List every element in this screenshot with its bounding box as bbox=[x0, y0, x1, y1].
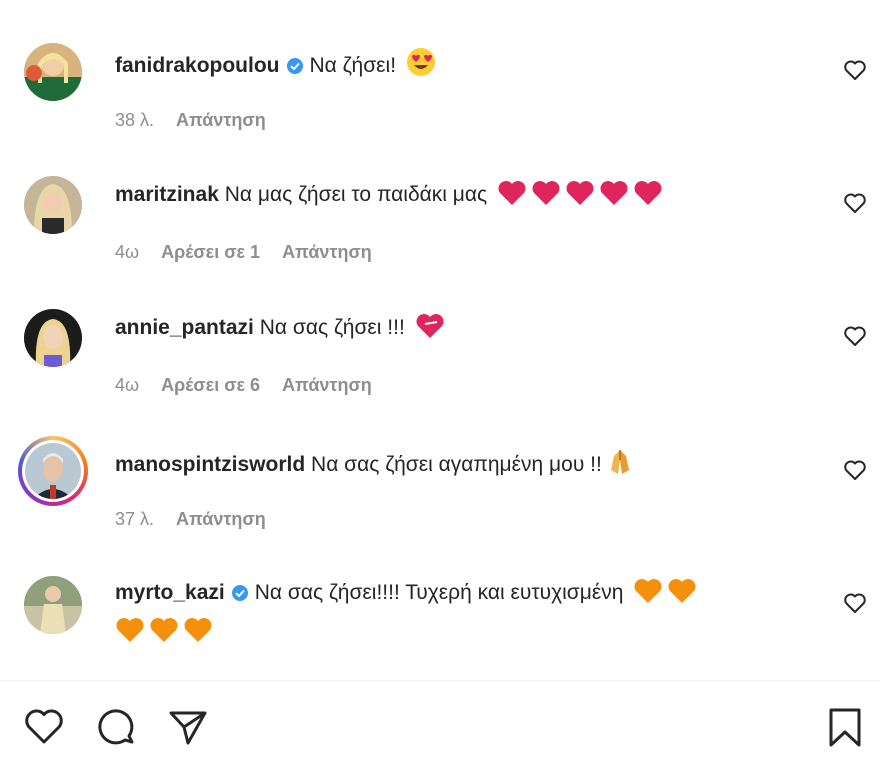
comment-text: manospintzisworld Να σας ζήσει αγαπημένη… bbox=[115, 446, 805, 487]
orange-heart-emoji bbox=[633, 578, 663, 615]
red-heart-emoji bbox=[599, 180, 629, 217]
like-heart-icon[interactable] bbox=[22, 705, 66, 749]
comment-time[interactable]: 4ω bbox=[115, 242, 139, 262]
heart-eyes-emoji bbox=[406, 47, 436, 88]
comment-like-heart-icon[interactable] bbox=[843, 592, 869, 616]
comment-body: Να σας ζήσει!!!! Τυχερή και ευτυχισμένη bbox=[254, 581, 624, 604]
comment-icon[interactable] bbox=[95, 705, 139, 749]
red-heart-emoji bbox=[531, 180, 561, 217]
bookmark-icon[interactable] bbox=[823, 705, 867, 749]
comment-text: maritzinak Να μας ζήσει το παιδάκι μας bbox=[115, 178, 805, 217]
avatar[interactable] bbox=[24, 43, 82, 101]
share-icon[interactable] bbox=[166, 705, 210, 749]
comment-text: fanidrakopoulou Να ζήσει! bbox=[115, 47, 805, 88]
comment-time[interactable]: 38 λ. bbox=[115, 110, 154, 130]
comment-meta: 37 λ. Απάντηση bbox=[115, 509, 288, 530]
comment-like-heart-icon[interactable] bbox=[843, 325, 869, 349]
heart-emoji bbox=[415, 313, 445, 350]
reply-button[interactable]: Απάντηση bbox=[282, 242, 372, 262]
likes-count[interactable]: Αρέσει σε 6 bbox=[161, 375, 260, 395]
comment-username[interactable]: maritzinak bbox=[115, 183, 219, 206]
avatar[interactable] bbox=[24, 309, 82, 367]
comment-time[interactable]: 4ω bbox=[115, 375, 139, 395]
comment-username[interactable]: annie_pantazi bbox=[115, 316, 254, 339]
comment-username[interactable]: myrto_kazi bbox=[115, 581, 225, 604]
red-heart-emoji bbox=[565, 180, 595, 217]
verified-badge-icon bbox=[231, 579, 249, 613]
comment-body: Να ζήσει! bbox=[309, 54, 397, 77]
comment-meta: 4ω Αρέσει σε 1 Απάντηση bbox=[115, 242, 394, 263]
comment-like-heart-icon[interactable] bbox=[843, 192, 869, 216]
reply-button[interactable]: Απάντηση bbox=[176, 509, 266, 529]
comment-like-heart-icon[interactable] bbox=[843, 459, 869, 483]
comment-text: myrto_kazi Να σας ζήσει!!!! Τυχερή και ευ… bbox=[115, 576, 805, 654]
orange-heart-emoji bbox=[183, 617, 213, 654]
avatar bbox=[25, 443, 81, 499]
avatar-with-story-ring[interactable] bbox=[18, 436, 88, 506]
orange-heart-emoji bbox=[115, 617, 145, 654]
reply-button[interactable]: Απάντηση bbox=[176, 110, 266, 130]
orange-heart-emoji bbox=[667, 578, 697, 615]
comment-like-heart-icon[interactable] bbox=[843, 59, 869, 83]
story-ring bbox=[22, 440, 84, 502]
comment-meta: 38 λ. Απάντηση bbox=[115, 110, 288, 131]
comment-username[interactable]: manospintzisworld bbox=[115, 453, 305, 476]
orange-heart-emoji bbox=[149, 617, 179, 654]
likes-count[interactable]: Αρέσει σε 1 bbox=[161, 242, 260, 262]
comment-time[interactable]: 37 λ. bbox=[115, 509, 154, 529]
comment-text: annie_pantazi Να σας ζήσει !!! bbox=[115, 311, 805, 350]
avatar[interactable] bbox=[24, 576, 82, 634]
avatar[interactable] bbox=[24, 176, 82, 234]
comment-body: Να σας ζήσει !!! bbox=[259, 316, 405, 339]
comment-meta: 4ω Αρέσει σε 6 Απάντηση bbox=[115, 375, 394, 396]
comment-body: Να μας ζήσει το παιδάκι μας bbox=[224, 183, 488, 206]
comment-username[interactable]: fanidrakopoulou bbox=[115, 54, 280, 77]
reply-button[interactable]: Απάντηση bbox=[282, 375, 372, 395]
red-heart-emoji bbox=[497, 180, 527, 217]
comment-body: Να σας ζήσει αγαπημένη μου !! bbox=[311, 453, 602, 476]
divider bbox=[0, 680, 880, 681]
praying-hands-emoji bbox=[606, 446, 634, 487]
verified-badge-icon bbox=[286, 52, 304, 86]
red-heart-emoji bbox=[633, 180, 663, 217]
